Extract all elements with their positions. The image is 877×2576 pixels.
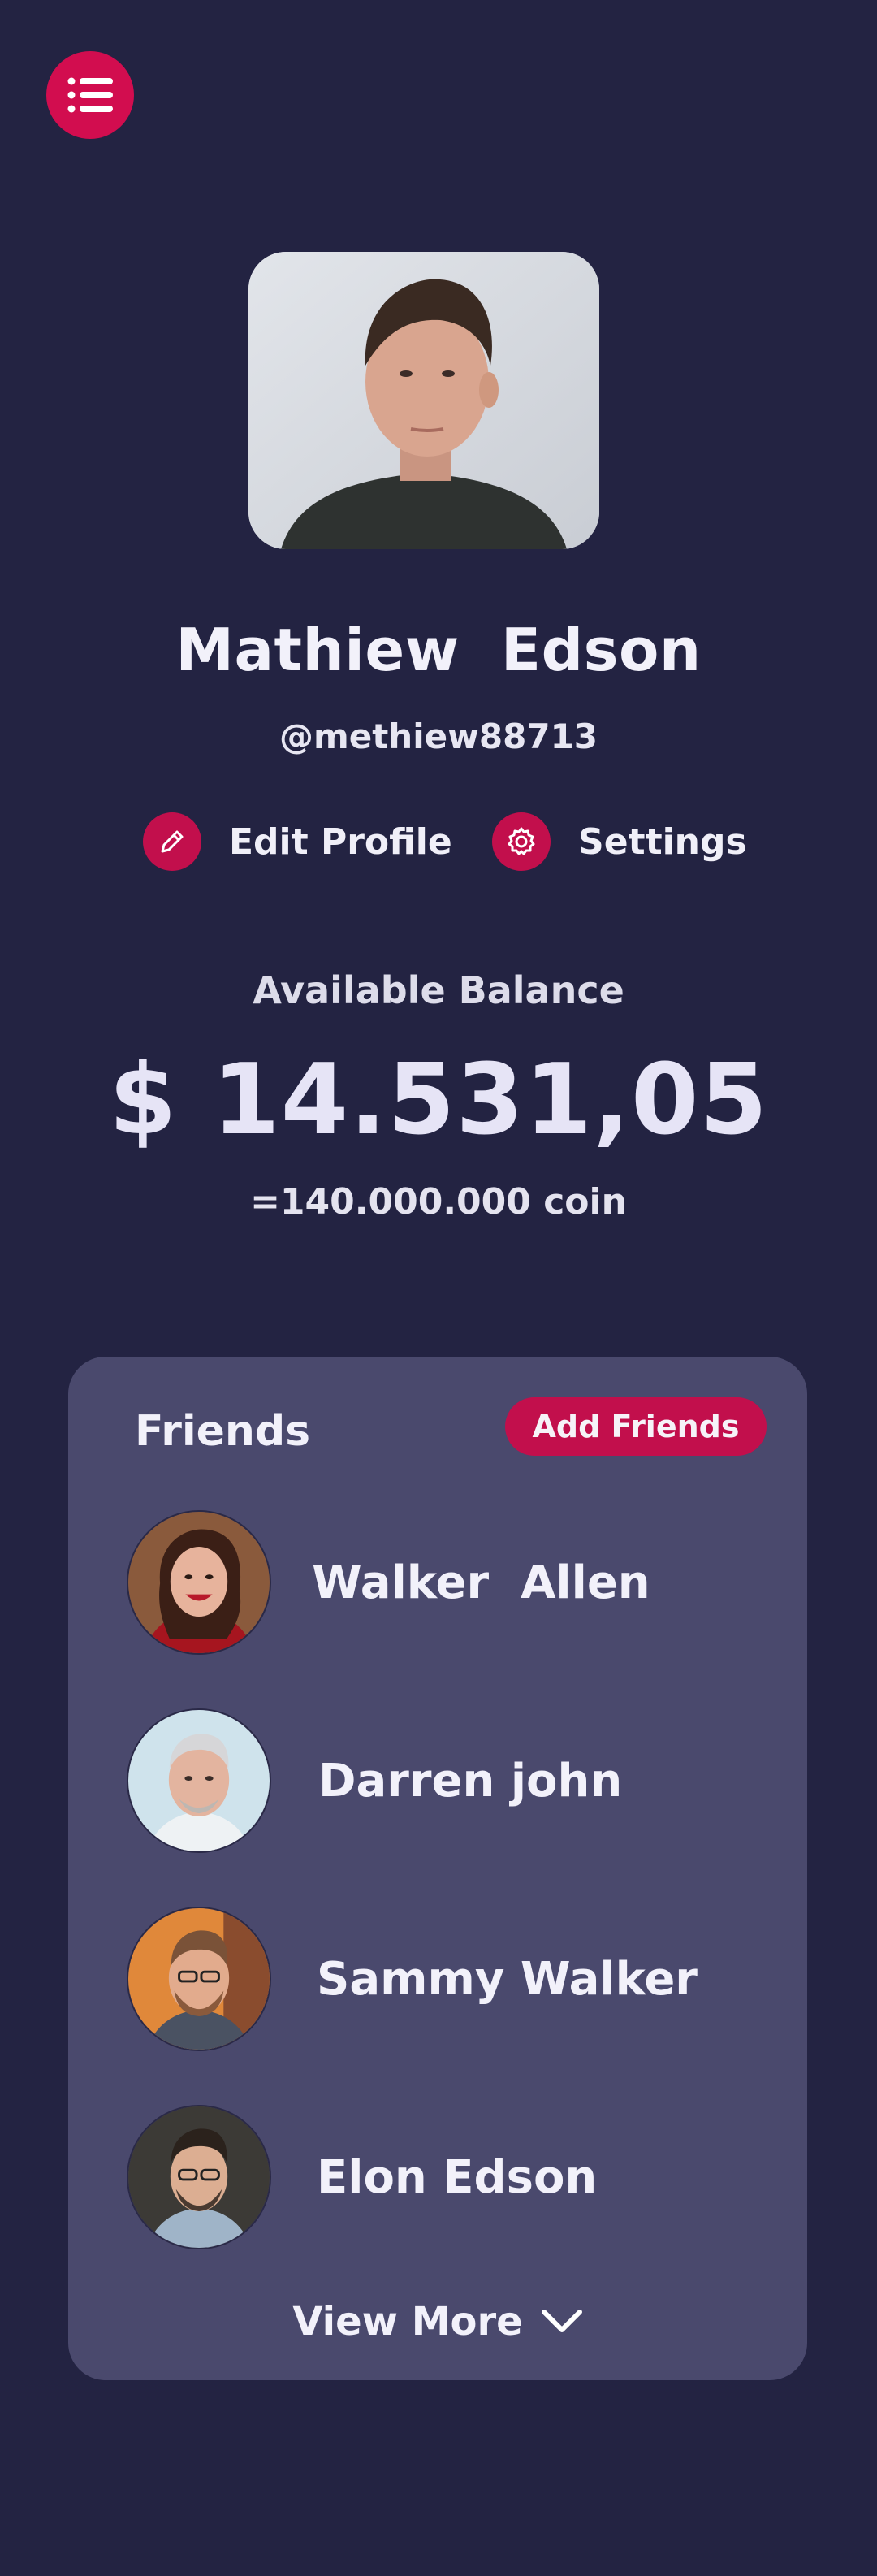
friend-avatar	[127, 1907, 271, 2051]
friend-name: Elon Edson	[317, 2150, 598, 2204]
settings-label: Settings	[578, 820, 747, 863]
view-more-button[interactable]: View More	[68, 2299, 807, 2344]
profile-handle: @methiew88713	[279, 717, 598, 756]
friend-item[interactable]: Elon Edson	[127, 2104, 760, 2250]
view-more-label: View More	[292, 2299, 523, 2344]
pencil-icon	[143, 812, 201, 871]
add-friends-button[interactable]: Add Friends	[505, 1397, 767, 1456]
profile-photo	[248, 252, 599, 549]
friend-avatar	[127, 2105, 271, 2249]
balance-coin: =140.000.000 coin	[250, 1181, 627, 1223]
edit-profile-button[interactable]: Edit Profile	[143, 812, 452, 871]
friends-title: Friends	[135, 1407, 311, 1456]
settings-button[interactable]: Settings	[492, 812, 747, 871]
friend-name: Sammy Walker	[317, 1952, 698, 2006]
balance-amount: $ 14.531,05	[109, 1044, 768, 1157]
balance-label: Available Balance	[253, 968, 624, 1012]
friend-avatar	[127, 1510, 271, 1655]
friend-item[interactable]: Darren john	[127, 1708, 760, 1854]
friend-item[interactable]: Sammy Walker	[127, 1906, 760, 2052]
friend-item[interactable]: Walker Allen	[127, 1509, 760, 1656]
profile-screen: Mathiew Edson @methiew88713 Edit Profile…	[0, 0, 877, 2576]
menu-button[interactable]	[46, 51, 134, 139]
friend-name: Walker Allen	[312, 1556, 650, 1609]
chevron-down-icon	[541, 2310, 582, 2332]
list-menu-icon	[67, 77, 113, 113]
edit-profile-label: Edit Profile	[229, 820, 452, 863]
profile-name: Mathiew Edson	[175, 616, 702, 684]
friend-name: Darren john	[318, 1754, 623, 1808]
friends-card: Friends Add Friends Walker Allen Darren …	[68, 1357, 807, 2380]
friend-avatar	[127, 1708, 271, 1853]
gear-icon	[492, 812, 551, 871]
